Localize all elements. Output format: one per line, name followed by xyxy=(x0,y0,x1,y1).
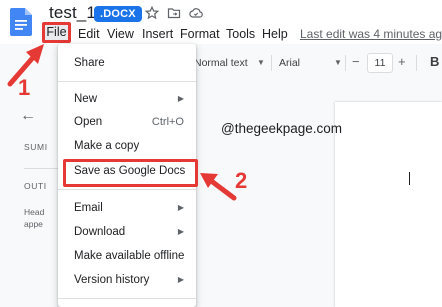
menu-view[interactable]: View xyxy=(107,26,134,42)
menu-item-download[interactable]: Download ▶ xyxy=(58,222,196,242)
style-dropdown-icon[interactable]: ▼ xyxy=(257,57,265,69)
font-family-select[interactable]: Arial xyxy=(279,56,300,70)
menu-item-label: Email xyxy=(74,202,103,214)
submenu-arrow-icon: ▶ xyxy=(177,275,184,284)
menu-file-label: File xyxy=(46,25,67,39)
menu-item-email[interactable]: Email ▶ xyxy=(58,198,196,218)
submenu-arrow-icon: ▶ xyxy=(177,227,184,236)
font-dropdown-icon[interactable]: ▼ xyxy=(334,57,342,69)
outline-hint-line2: appe xyxy=(24,219,43,229)
cloud-status-icon[interactable] xyxy=(189,6,203,20)
panel-divider xyxy=(24,168,58,169)
menu-item-label: Make a copy xyxy=(74,140,140,152)
star-icon[interactable] xyxy=(145,6,159,20)
menu-item-new[interactable]: New ▶ xyxy=(58,89,196,109)
watermark: @thegeekpage.com xyxy=(221,121,343,136)
toolbar-divider xyxy=(416,55,417,71)
menu-item-make-copy[interactable]: Make a copy xyxy=(58,136,196,156)
increase-font-size-button[interactable]: + xyxy=(398,54,406,70)
menu-item-label: Open xyxy=(74,116,103,128)
menu-separator xyxy=(58,298,196,299)
format-badge: .DOCX xyxy=(94,6,142,22)
bold-button[interactable]: B xyxy=(430,54,439,70)
menu-item-label: Version history xyxy=(74,274,150,286)
menu-item-label: Share xyxy=(74,57,105,69)
submenu-arrow-icon: ▶ xyxy=(177,94,184,103)
outline-hint-line1: Head xyxy=(24,207,45,217)
annotation-arrow-2-icon xyxy=(200,173,237,201)
menu-format[interactable]: Format xyxy=(180,26,220,42)
shortcut-label: Ctrl+O xyxy=(151,116,184,128)
back-arrow-icon[interactable]: ← xyxy=(20,108,36,124)
summary-heading: SUMI xyxy=(24,142,48,152)
document-page[interactable] xyxy=(335,102,442,307)
menu-separator xyxy=(58,189,196,190)
submenu-arrow-icon: ▶ xyxy=(177,203,184,212)
menu-separator xyxy=(58,81,196,82)
text-cursor xyxy=(409,172,410,185)
annotation-step-1: 1 xyxy=(18,75,31,100)
toolbar-divider xyxy=(271,55,272,71)
annotation-step-2: 2 xyxy=(235,168,248,193)
toolbar-divider xyxy=(345,55,346,71)
paragraph-style-select[interactable]: Normal text xyxy=(194,56,248,70)
menu-insert[interactable]: Insert xyxy=(142,26,173,42)
move-folder-icon[interactable] xyxy=(167,6,181,20)
menu-item-version-history[interactable]: Version history ▶ xyxy=(58,270,196,290)
menu-item-label: Download xyxy=(74,226,126,238)
last-edit-link[interactable]: Last edit was 4 minutes ago xyxy=(300,26,442,42)
document-title[interactable]: test_1 xyxy=(49,3,96,23)
save-as-highlight-box xyxy=(63,159,198,187)
font-size-input[interactable]: 11 xyxy=(367,53,393,73)
menu-item-share[interactable]: Share xyxy=(58,53,196,73)
decrease-font-size-button[interactable]: − xyxy=(352,54,360,70)
menu-item-label: Make available offline xyxy=(74,250,185,262)
docs-logo-icon[interactable] xyxy=(10,8,32,36)
menu-tools[interactable]: Tools xyxy=(226,26,255,42)
menu-item-label: New xyxy=(74,93,98,105)
menu-item-make-offline[interactable]: Make available offline xyxy=(58,246,196,266)
menu-edit[interactable]: Edit xyxy=(78,26,100,42)
menu-help[interactable]: Help xyxy=(262,26,288,42)
menu-item-open[interactable]: Open Ctrl+O xyxy=(58,112,196,132)
outline-heading: OUTI xyxy=(24,181,47,191)
